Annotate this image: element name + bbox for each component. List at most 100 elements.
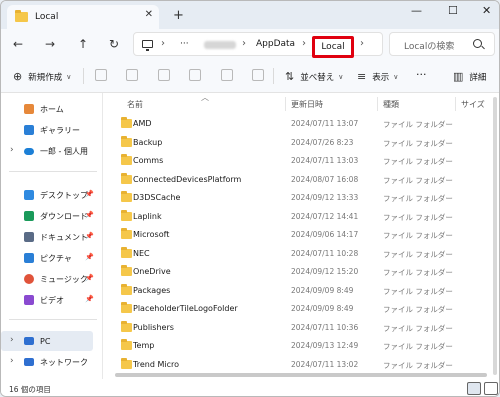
divider <box>9 319 97 320</box>
delete-icon[interactable] <box>252 69 264 81</box>
close-window-button[interactable]: ✕ <box>482 4 491 17</box>
sidebar-item-home[interactable]: ホーム <box>1 99 93 119</box>
search-placeholder: Localの検索 <box>404 42 455 52</box>
copy-icon[interactable] <box>126 69 138 81</box>
plus-icon: ⊕ <box>13 70 23 83</box>
navigation-pane: ホーム ギャラリー › 一郎 - 個人用 デスクトップ 📌 ダウンロード 📌 ド… <box>1 93 103 379</box>
refresh-button[interactable]: ↻ <box>109 37 119 51</box>
forward-button[interactable]: → <box>45 37 55 51</box>
file-row[interactable]: Publishers 2024/07/11 10:36 ファイル フォルダー <box>115 319 493 337</box>
file-row[interactable]: Comms 2024/07/11 13:03 ファイル フォルダー <box>115 152 493 170</box>
breadcrumb-local: Local <box>321 42 345 52</box>
file-row[interactable]: Trend Micro 2024/07/11 13:02 ファイル フォルダー <box>115 356 493 374</box>
more-options-button[interactable]: ··· <box>416 68 427 81</box>
sidebar-item-desktop[interactable]: デスクトップ 📌 <box>1 185 94 205</box>
new-button[interactable]: ⊕ 新規作成 ∨ <box>13 70 71 83</box>
folder-icon <box>121 302 132 313</box>
pin-icon: 📌 <box>85 253 94 261</box>
sort-icon: ⇅ <box>285 70 295 83</box>
file-row[interactable]: Backup 2024/07/26 8:23 ファイル フォルダー <box>115 134 493 152</box>
pin-icon: 📌 <box>85 232 94 240</box>
folder-icon <box>121 339 132 350</box>
folder-icon <box>121 265 132 276</box>
pc-icon <box>142 40 153 51</box>
sidebar-item-documents[interactable]: ドキュメント 📌 <box>1 227 94 247</box>
sidebar-item-pc[interactable]: › PC <box>1 331 93 351</box>
address-bar[interactable]: › ··· › AppData › Local › <box>133 32 383 58</box>
pin-icon: 📌 <box>85 211 94 219</box>
details-button[interactable]: ▥ 詳細 <box>453 70 486 83</box>
sidebar-item-videos[interactable]: ビデオ 📌 <box>1 290 94 310</box>
column-divider[interactable] <box>285 97 286 111</box>
up-button[interactable]: ↑ <box>78 37 88 51</box>
column-header-type[interactable]: 種類 <box>383 99 399 110</box>
pin-icon: 📌 <box>85 295 94 303</box>
column-divider[interactable] <box>455 97 456 111</box>
new-label: 新規作成 <box>28 72 63 83</box>
file-row[interactable]: ConnectedDevicesPlatform 2024/08/07 16:0… <box>115 171 493 189</box>
maximize-button[interactable]: ☐ <box>448 4 458 17</box>
back-button[interactable]: ← <box>13 37 23 51</box>
chevron-down-icon: ∨ <box>393 72 399 81</box>
documents-icon <box>24 232 34 242</box>
cut-icon[interactable] <box>95 69 107 81</box>
sidebar-item-onedrive[interactable]: › 一郎 - 個人用 <box>1 141 93 161</box>
file-list: ︿ 名前 更新日時 種類 サイズ AMD 2024/07/11 13:07 ファ… <box>105 93 497 379</box>
view-button[interactable]: ≡ 表示 ∨ <box>357 70 398 83</box>
sort-button[interactable]: ⇅ 並べ替え ∨ <box>285 70 343 83</box>
file-row[interactable]: Temp 2024/09/13 12:49 ファイル フォルダー <box>115 337 493 355</box>
column-header-size[interactable]: サイズ <box>461 99 485 110</box>
sidebar-item-music[interactable]: ミュージック 📌 <box>1 269 94 289</box>
breadcrumb-appdata[interactable]: AppData <box>256 39 295 49</box>
new-tab-button[interactable]: + <box>173 8 184 23</box>
view-icon: ≡ <box>357 70 367 83</box>
file-row[interactable]: OneDrive 2024/09/12 15:20 ファイル フォルダー <box>115 263 493 281</box>
sidebar-item-pictures[interactable]: ピクチャ 📌 <box>1 248 94 268</box>
tab-local[interactable]: Local ✕ <box>7 5 159 29</box>
folder-icon <box>121 191 132 202</box>
paste-icon[interactable] <box>158 69 170 81</box>
search-box[interactable]: Localの検索 <box>389 32 495 56</box>
minimize-button[interactable]: — <box>411 4 422 17</box>
sort-ascending-icon: ︿ <box>201 93 209 102</box>
breadcrumb-more[interactable]: ··· <box>180 39 189 49</box>
share-icon[interactable] <box>221 69 233 81</box>
chevron-right-icon[interactable]: › <box>10 145 14 155</box>
breadcrumb-user-obscured[interactable] <box>204 41 236 49</box>
sidebar-item-network[interactable]: › ネットワーク <box>1 352 93 372</box>
file-row[interactable]: Microsoft 2024/09/06 14:17 ファイル フォルダー <box>115 226 493 244</box>
folder-icon <box>121 283 132 295</box>
chevron-right-icon[interactable]: › <box>10 335 14 345</box>
breadcrumb-local-highlight[interactable]: Local <box>312 36 354 58</box>
item-count: 16 個の項目 <box>9 385 51 394</box>
file-row[interactable]: AMD 2024/07/11 13:07 ファイル フォルダー <box>115 115 493 133</box>
column-header-date[interactable]: 更新日時 <box>291 99 323 110</box>
folder-icon <box>121 172 132 184</box>
file-row[interactable]: Packages 2024/09/09 8:49 ファイル フォルダー <box>115 282 493 300</box>
sidebar-item-gallery[interactable]: ギャラリー <box>1 120 93 140</box>
details-label: 詳細 <box>469 72 487 83</box>
file-row[interactable]: Laplink 2024/07/12 14:41 ファイル フォルダー <box>115 208 493 226</box>
file-row[interactable]: D3DSCache 2024/09/12 13:33 ファイル フォルダー <box>115 189 493 207</box>
horizontal-scrollbar[interactable] <box>115 373 487 377</box>
vertical-scrollbar[interactable] <box>493 97 497 375</box>
column-header-name[interactable]: 名前 <box>127 99 143 110</box>
folder-icon <box>121 357 132 369</box>
view-label: 表示 <box>372 72 390 83</box>
chevron-right-icon[interactable]: › <box>10 356 14 366</box>
sidebar-item-downloads[interactable]: ダウンロード 📌 <box>1 206 94 226</box>
tab-title: Local <box>35 12 59 22</box>
pin-icon: 📌 <box>85 190 94 198</box>
file-row[interactable]: NEC 2024/07/11 10:28 ファイル フォルダー <box>115 245 493 263</box>
tab-close-icon[interactable]: ✕ <box>145 9 153 20</box>
file-row[interactable]: PlaceholderTileLogoFolder 2024/09/09 8:4… <box>115 300 493 318</box>
details-view-icon[interactable] <box>467 382 481 395</box>
chevron-down-icon: ∨ <box>66 72 72 81</box>
pictures-icon <box>24 253 34 263</box>
rename-icon[interactable] <box>189 69 201 81</box>
chevron-right-icon: › <box>161 38 165 49</box>
folder-icon <box>121 117 132 128</box>
column-divider[interactable] <box>377 97 378 111</box>
tiles-view-icon[interactable] <box>484 382 498 395</box>
details-pane-icon: ▥ <box>453 70 464 83</box>
